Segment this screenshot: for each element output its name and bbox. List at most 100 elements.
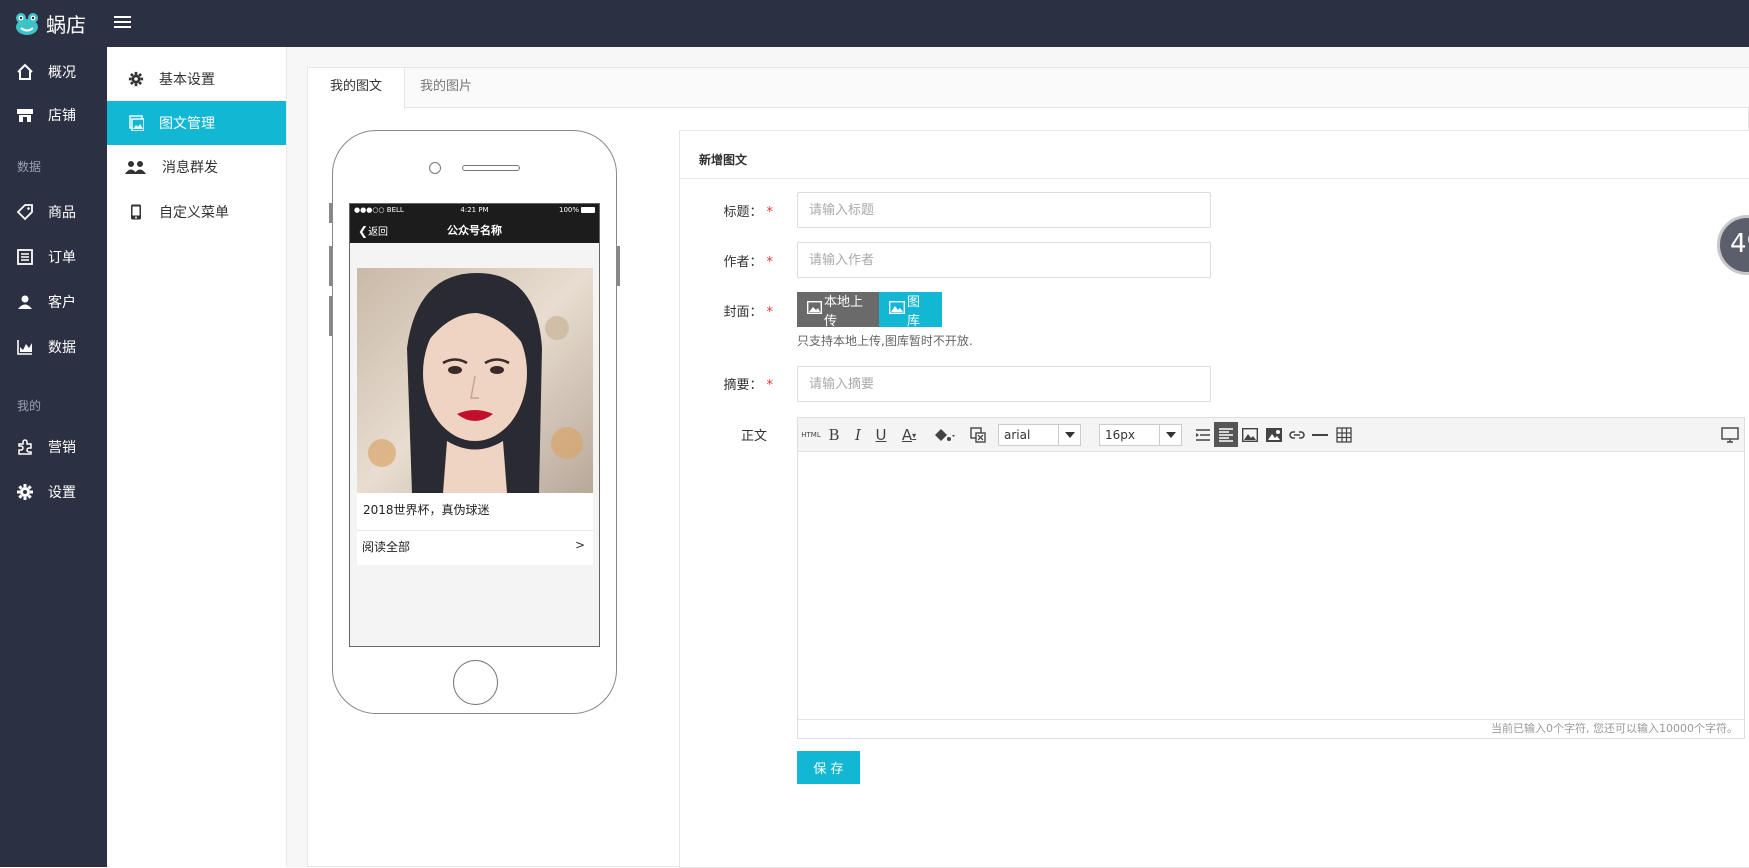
main-sidebar: 概况 店铺 数据 商品 订单 客户 数据 我的 营销 设置	[0, 47, 107, 867]
cover-label: 封面： *	[723, 305, 774, 320]
phone-status-bar: ●●●○○ BELL 4:21 PM 100%	[350, 204, 599, 216]
bold-button[interactable]: B	[825, 426, 843, 444]
article-title: 2018世界杯，真伪球迷	[363, 503, 490, 517]
required-mark: *	[766, 255, 774, 270]
link-icon[interactable]	[1287, 426, 1307, 444]
phone-home-button	[453, 660, 498, 705]
local-upload-button[interactable]: 本地上传	[797, 292, 879, 329]
author-input[interactable]	[797, 242, 1211, 278]
phone-screen: ●●●○○ BELL 4:21 PM 100% ❮返回 公众号名称 2018世界…	[349, 203, 600, 647]
sidebar-item-label: 营销	[48, 440, 76, 456]
main-content: 我的图文 我的图片 ●●●○○ BELL 4:21 PM 100% ❮返回 公众	[287, 47, 1749, 868]
image-settings-icon[interactable]	[1264, 426, 1284, 444]
sidebar-item-label: 店铺	[48, 108, 76, 124]
sidebar-group-label: 数据	[17, 160, 42, 174]
indent-icon[interactable]	[1193, 426, 1213, 444]
phone-side-button	[329, 296, 332, 336]
sidebar-item-orders[interactable]: 订单	[0, 242, 107, 272]
phone-side-button	[329, 203, 332, 223]
gear-icon	[127, 70, 145, 88]
sidebar-item-products[interactable]: 商品	[0, 197, 107, 227]
sidebar-item-marketing[interactable]: 营销	[0, 432, 107, 462]
table-icon[interactable]	[1334, 426, 1354, 444]
tab-my-articles[interactable]: 我的图文	[308, 68, 406, 109]
rich-text-editor: HTML B I U A ▾ arial 16px 当前已输入0个字符, 您还可…	[797, 417, 1745, 739]
mobile-icon	[127, 203, 145, 221]
clear-format-icon[interactable]	[969, 426, 987, 444]
sidebar-item-data[interactable]: 数据	[0, 332, 107, 362]
summary-input[interactable]	[797, 366, 1211, 402]
editor-body[interactable]	[798, 453, 1744, 719]
account-name: 公众号名称	[447, 224, 502, 237]
required-mark: *	[766, 378, 774, 393]
title-label: 标题： *	[723, 205, 774, 220]
article-card[interactable]: 2018世界杯，真伪球迷 阅读全部 >	[357, 268, 593, 565]
sidebar-item-label: 订单	[48, 250, 76, 266]
body-label: 正文	[740, 429, 767, 444]
subnav-item-label: 自定义菜单	[159, 205, 229, 221]
hamburger-menu-icon[interactable]	[112, 13, 134, 33]
sidebar-item-customers[interactable]: 客户	[0, 287, 107, 317]
app-name: 蜗店	[46, 13, 86, 37]
underline-button[interactable]: U	[872, 426, 890, 444]
sidebar-group-label: 我的	[17, 399, 42, 413]
align-left-icon[interactable]	[1214, 422, 1238, 447]
users-icon	[124, 158, 148, 176]
character-counter: 当前已输入0个字符, 您还可以输入10000个字符。	[798, 719, 1744, 738]
background-color-icon[interactable]	[931, 426, 959, 444]
content-panel: 我的图文 我的图片 ●●●○○ BELL 4:21 PM 100% ❮返回 公众	[307, 67, 1749, 868]
subnav-item-label: 基本设置	[159, 72, 215, 88]
chart-icon	[15, 337, 35, 357]
tab-my-images[interactable]: 我的图片	[398, 68, 494, 108]
new-article-form: 新增图文 标题：* 作者：* 封面：* 本地上传 图库 只支持本地上传,图库暂时…	[679, 130, 1749, 868]
article-cover-image	[357, 268, 593, 493]
sidebar-item-label: 商品	[48, 205, 76, 221]
title-input[interactable]	[797, 192, 1211, 228]
app-logo[interactable]: 蜗店	[14, 9, 86, 38]
subnav-item-custom-menu[interactable]: 自定义菜单	[107, 190, 286, 234]
sidebar-item-settings[interactable]: 设置	[0, 477, 107, 507]
gallery-icon	[888, 300, 906, 318]
tab-bar: 我的图文 我的图片	[308, 68, 1749, 109]
sidebar-item-label: 数据	[48, 340, 76, 356]
form-title: 新增图文	[699, 153, 748, 167]
subnav-item-broadcast[interactable]: 消息群发	[107, 145, 286, 189]
user-icon	[15, 292, 35, 312]
summary-label: 摘要： *	[723, 378, 774, 393]
subnav-item-label: 消息群发	[162, 160, 218, 176]
sidebar-item-store[interactable]: 店铺	[0, 100, 107, 130]
italic-button[interactable]: I	[849, 426, 867, 444]
fullscreen-icon[interactable]	[1720, 426, 1740, 444]
image-icon	[127, 114, 145, 132]
required-mark: *	[766, 305, 774, 320]
font-family-select[interactable]: arial	[998, 424, 1081, 446]
save-button[interactable]: 保 存	[797, 751, 860, 784]
image-icon	[806, 300, 823, 318]
caret-down-icon	[1159, 425, 1181, 445]
phone-nav-bar: ❮返回 公众号名称	[350, 216, 599, 243]
phone-preview: ●●●○○ BELL 4:21 PM 100% ❮返回 公众号名称 2018世界…	[329, 130, 620, 714]
font-size-select[interactable]: 16px	[1099, 424, 1182, 446]
author-label: 作者： *	[723, 255, 774, 270]
sidebar-item-label: 概况	[48, 65, 76, 81]
list-icon	[15, 247, 35, 267]
phone-side-button	[617, 246, 620, 286]
battery-icon	[581, 207, 595, 213]
html-source-button[interactable]: HTML	[801, 426, 820, 444]
puzzle-icon	[15, 437, 35, 457]
sidebar-item-label: 设置	[48, 485, 76, 501]
read-all-link[interactable]: 阅读全部	[362, 538, 410, 555]
editor-toolbar: HTML B I U A ▾ arial 16px	[798, 418, 1744, 452]
top-bar: 蜗店	[0, 0, 1749, 47]
subnav-item-article-management[interactable]: 图文管理	[107, 101, 286, 145]
required-mark: *	[766, 205, 774, 220]
sidebar-item-overview[interactable]: 概况	[0, 57, 107, 87]
insert-image-icon[interactable]	[1240, 426, 1260, 444]
gallery-button[interactable]: 图库	[879, 292, 942, 329]
phone-side-button	[329, 246, 332, 286]
caret-down-icon	[1058, 425, 1080, 445]
subnav-item-basic-settings[interactable]: 基本设置	[107, 57, 286, 101]
phone-speaker	[462, 165, 520, 171]
horizontal-rule-icon[interactable]	[1311, 426, 1329, 444]
font-color-button[interactable]: A ▾	[896, 426, 922, 444]
